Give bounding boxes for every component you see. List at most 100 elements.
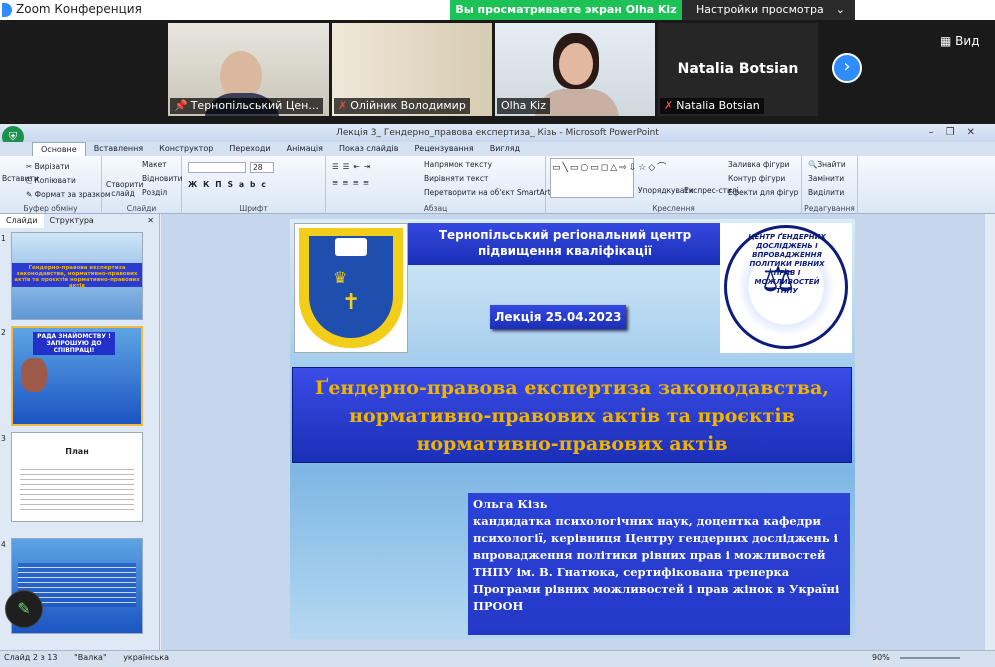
thumb-title: РАДА ЗНАЙОМСТВУ ! ЗАПРОШУЮ ДО СПІВПРАЦІ! <box>33 332 115 355</box>
coat-of-arms-logo: ♛ ✝ <box>294 223 408 353</box>
smartart-button[interactable]: Перетворити на об'єкт SmartArt <box>424 188 551 197</box>
shape-effects-button[interactable]: Ефекти для фігур <box>728 188 798 197</box>
mic-muted-icon: ✗ <box>338 99 348 112</box>
replace-button[interactable]: Замінити <box>808 174 844 183</box>
group-font: 28 ЖКПSabc Шрифт <box>182 156 326 214</box>
group-label: Буфер обміну <box>23 204 78 213</box>
chevron-right-icon: › <box>843 56 851 77</box>
group-label: Абзац <box>423 204 448 213</box>
tab-outline[interactable]: Структура <box>44 214 100 228</box>
participant-name: 📌 Тернопільський Цен... <box>170 98 323 114</box>
tab-transitions[interactable]: Переходи <box>221 142 278 156</box>
video-tile[interactable]: 📌 Тернопільський Цен... <box>168 23 329 116</box>
crown-icon: ♛ <box>333 268 348 287</box>
view-label: Вид <box>955 34 980 48</box>
text-direction-button[interactable]: Напрямок тексту <box>424 160 492 169</box>
participant-name-text: Тернопільський Цен... <box>190 99 319 112</box>
shapes-gallery[interactable]: ▭╲▭○▭◻△⇨⇩☆◇⌒ <box>550 158 666 198</box>
slide-thumbnail[interactable]: Гендерно-правова експертиза законодавств… <box>11 232 143 320</box>
zoom-slider[interactable] <box>900 657 960 659</box>
group-editing: 🔍Знайти Замінити Виділити Редагування <box>802 156 858 214</box>
org-header: Тернопільський регіональний центр підвищ… <box>408 223 722 265</box>
ppt-window-title: Лекція 3_ Гендерно_правова експертиза_ К… <box>336 128 659 138</box>
view-settings-label: Настройки просмотра <box>696 3 824 16</box>
font-size-input[interactable]: 28 <box>250 162 274 173</box>
author-description: кандидатка психологічних наук, доцентка … <box>473 514 840 613</box>
tab-design[interactable]: Конструктор <box>151 142 221 156</box>
participant-name: Olha Kiz <box>497 98 550 114</box>
vertical-scrollbar[interactable] <box>985 214 995 654</box>
participant-name: ✗ Олійник Володимир <box>334 98 470 114</box>
slides-panel: Слайди Структура ✕ 1 Гендерно-правова ек… <box>0 214 160 654</box>
window-controls[interactable]: –❐✕ <box>929 124 987 142</box>
thumb-lines <box>20 465 134 513</box>
slide-number: 3 <box>1 434 6 443</box>
zoom-logo-icon <box>2 3 12 17</box>
participant-name: ✗ Natalia Botsian <box>660 98 764 114</box>
view-button[interactable]: ▦ Вид <box>940 34 980 48</box>
select-button[interactable]: Виділити <box>808 188 844 197</box>
status-bar: Слайд 2 з 13 "Валка" українська 90% <box>0 650 995 667</box>
slide-thumbnail[interactable]: План <box>11 432 143 522</box>
cut-label: Вирізати <box>34 162 70 171</box>
mic-muted-icon: ✗ <box>664 99 674 112</box>
layout-button[interactable]: Макет <box>142 160 167 169</box>
group-label: Креслення <box>652 204 695 213</box>
tab-slides[interactable]: Слайди <box>0 214 44 228</box>
video-tile[interactable]: ✗ Олійник Володимир <box>332 23 492 116</box>
cut-button[interactable]: ✂ Вирізати <box>26 162 69 171</box>
participant-name-text: Olha Kiz <box>501 99 546 112</box>
font-name-input[interactable] <box>188 162 246 173</box>
find-label: Знайти <box>817 160 846 169</box>
shape-outline-button[interactable]: Контур фігури <box>728 174 785 183</box>
annotate-pen-icon[interactable]: ✎ <box>5 590 43 628</box>
participant-face <box>559 43 593 85</box>
reset-button[interactable]: Відновити <box>142 174 182 183</box>
gender-center-seal: ⚖ ЦЕНТР ҐЕНДЕРНИХ ДОСЛІДЖЕНЬ І ВПРОВАДЖЕ… <box>720 223 852 353</box>
author-name: Ольга Кізь <box>473 497 548 511</box>
ribbon: Вставити ✂ Вирізати ⎘ Копіювати ✎ Формат… <box>0 156 995 214</box>
copy-button[interactable]: ⎘ Копіювати <box>26 176 76 186</box>
participant-big-name: Natalia Botsian <box>677 61 799 77</box>
copy-label: Копіювати <box>34 176 76 185</box>
tab-review[interactable]: Рецензування <box>406 142 481 156</box>
video-tile[interactable]: Natalia Botsian ✗ Natalia Botsian <box>658 23 818 116</box>
font-format-buttons[interactable]: ЖКПSabc <box>188 180 272 189</box>
align-text-button[interactable]: Вирівняти текст <box>424 174 488 183</box>
screen-share-banner: Вы просматриваете экран Olha Kiz Настрой… <box>450 0 855 20</box>
close-icon[interactable]: ✕ <box>141 214 160 228</box>
slide-thumbnail-selected[interactable]: РАДА ЗНАЙОМСТВУ ! ЗАПРОШУЮ ДО СПІВПРАЦІ! <box>11 326 143 426</box>
slide-number: 2 <box>1 328 6 337</box>
next-page-button[interactable]: › <box>832 53 862 83</box>
align-buttons[interactable]: ≡≡≡≡ <box>332 178 373 187</box>
slide-editor: ♛ ✝ Тернопільський регіональний центр пі… <box>161 214 995 654</box>
ribbon-tabs: Основне Вставлення Конструктор Переходи … <box>0 142 995 156</box>
format-painter-button[interactable]: ✎ Формат за зразком <box>26 190 111 199</box>
shape-fill-button[interactable]: Заливка фігури <box>728 160 790 169</box>
group-label: Слайди <box>126 204 157 213</box>
tab-view[interactable]: Вигляд <box>482 142 528 156</box>
powerpoint-window: Лекція 3_ Гендерно_правова експертиза_ К… <box>0 124 995 667</box>
find-button[interactable]: 🔍Знайти <box>808 160 846 169</box>
group-clipboard: Вставити ✂ Вирізати ⎘ Копіювати ✎ Формат… <box>0 156 111 214</box>
participant-name-text: Олійник Володимир <box>350 99 466 112</box>
video-gallery: 📌 Тернопільський Цен... ✗ Олійник Володими… <box>0 20 995 122</box>
list-buttons[interactable]: ☰☰⇤⇥ <box>332 162 374 171</box>
tab-home[interactable]: Основне <box>32 142 86 156</box>
new-slide-button[interactable]: Створити слайд <box>106 180 144 198</box>
tab-insert[interactable]: Вставлення <box>86 142 151 156</box>
author-box: Ольга Кізь кандидатка психологічних наук… <box>468 493 850 635</box>
ppt-titlebar: Лекція 3_ Гендерно_правова експертиза_ К… <box>0 124 995 142</box>
slide-title: Ґендерно-правова експертиза законодавств… <box>292 367 852 463</box>
lecture-date: Лекція 25.04.2023 <box>490 305 626 329</box>
group-slides: Створити слайд Макет Відновити Розділ Сл… <box>102 156 182 214</box>
view-settings-button[interactable]: Настройки просмотра ⌄ <box>682 0 855 20</box>
grid-icon: ▦ <box>940 34 952 48</box>
tab-slideshow[interactable]: Показ слайдів <box>331 142 407 156</box>
section-button[interactable]: Розділ <box>142 188 167 197</box>
group-label: Редагування <box>804 204 855 213</box>
tab-animation[interactable]: Анімація <box>279 142 331 156</box>
group-label: Шрифт <box>239 204 268 213</box>
video-tile[interactable]: Olha Kiz <box>495 23 655 116</box>
thumb-title: Гендерно-правова експертиза законодавств… <box>12 263 142 287</box>
